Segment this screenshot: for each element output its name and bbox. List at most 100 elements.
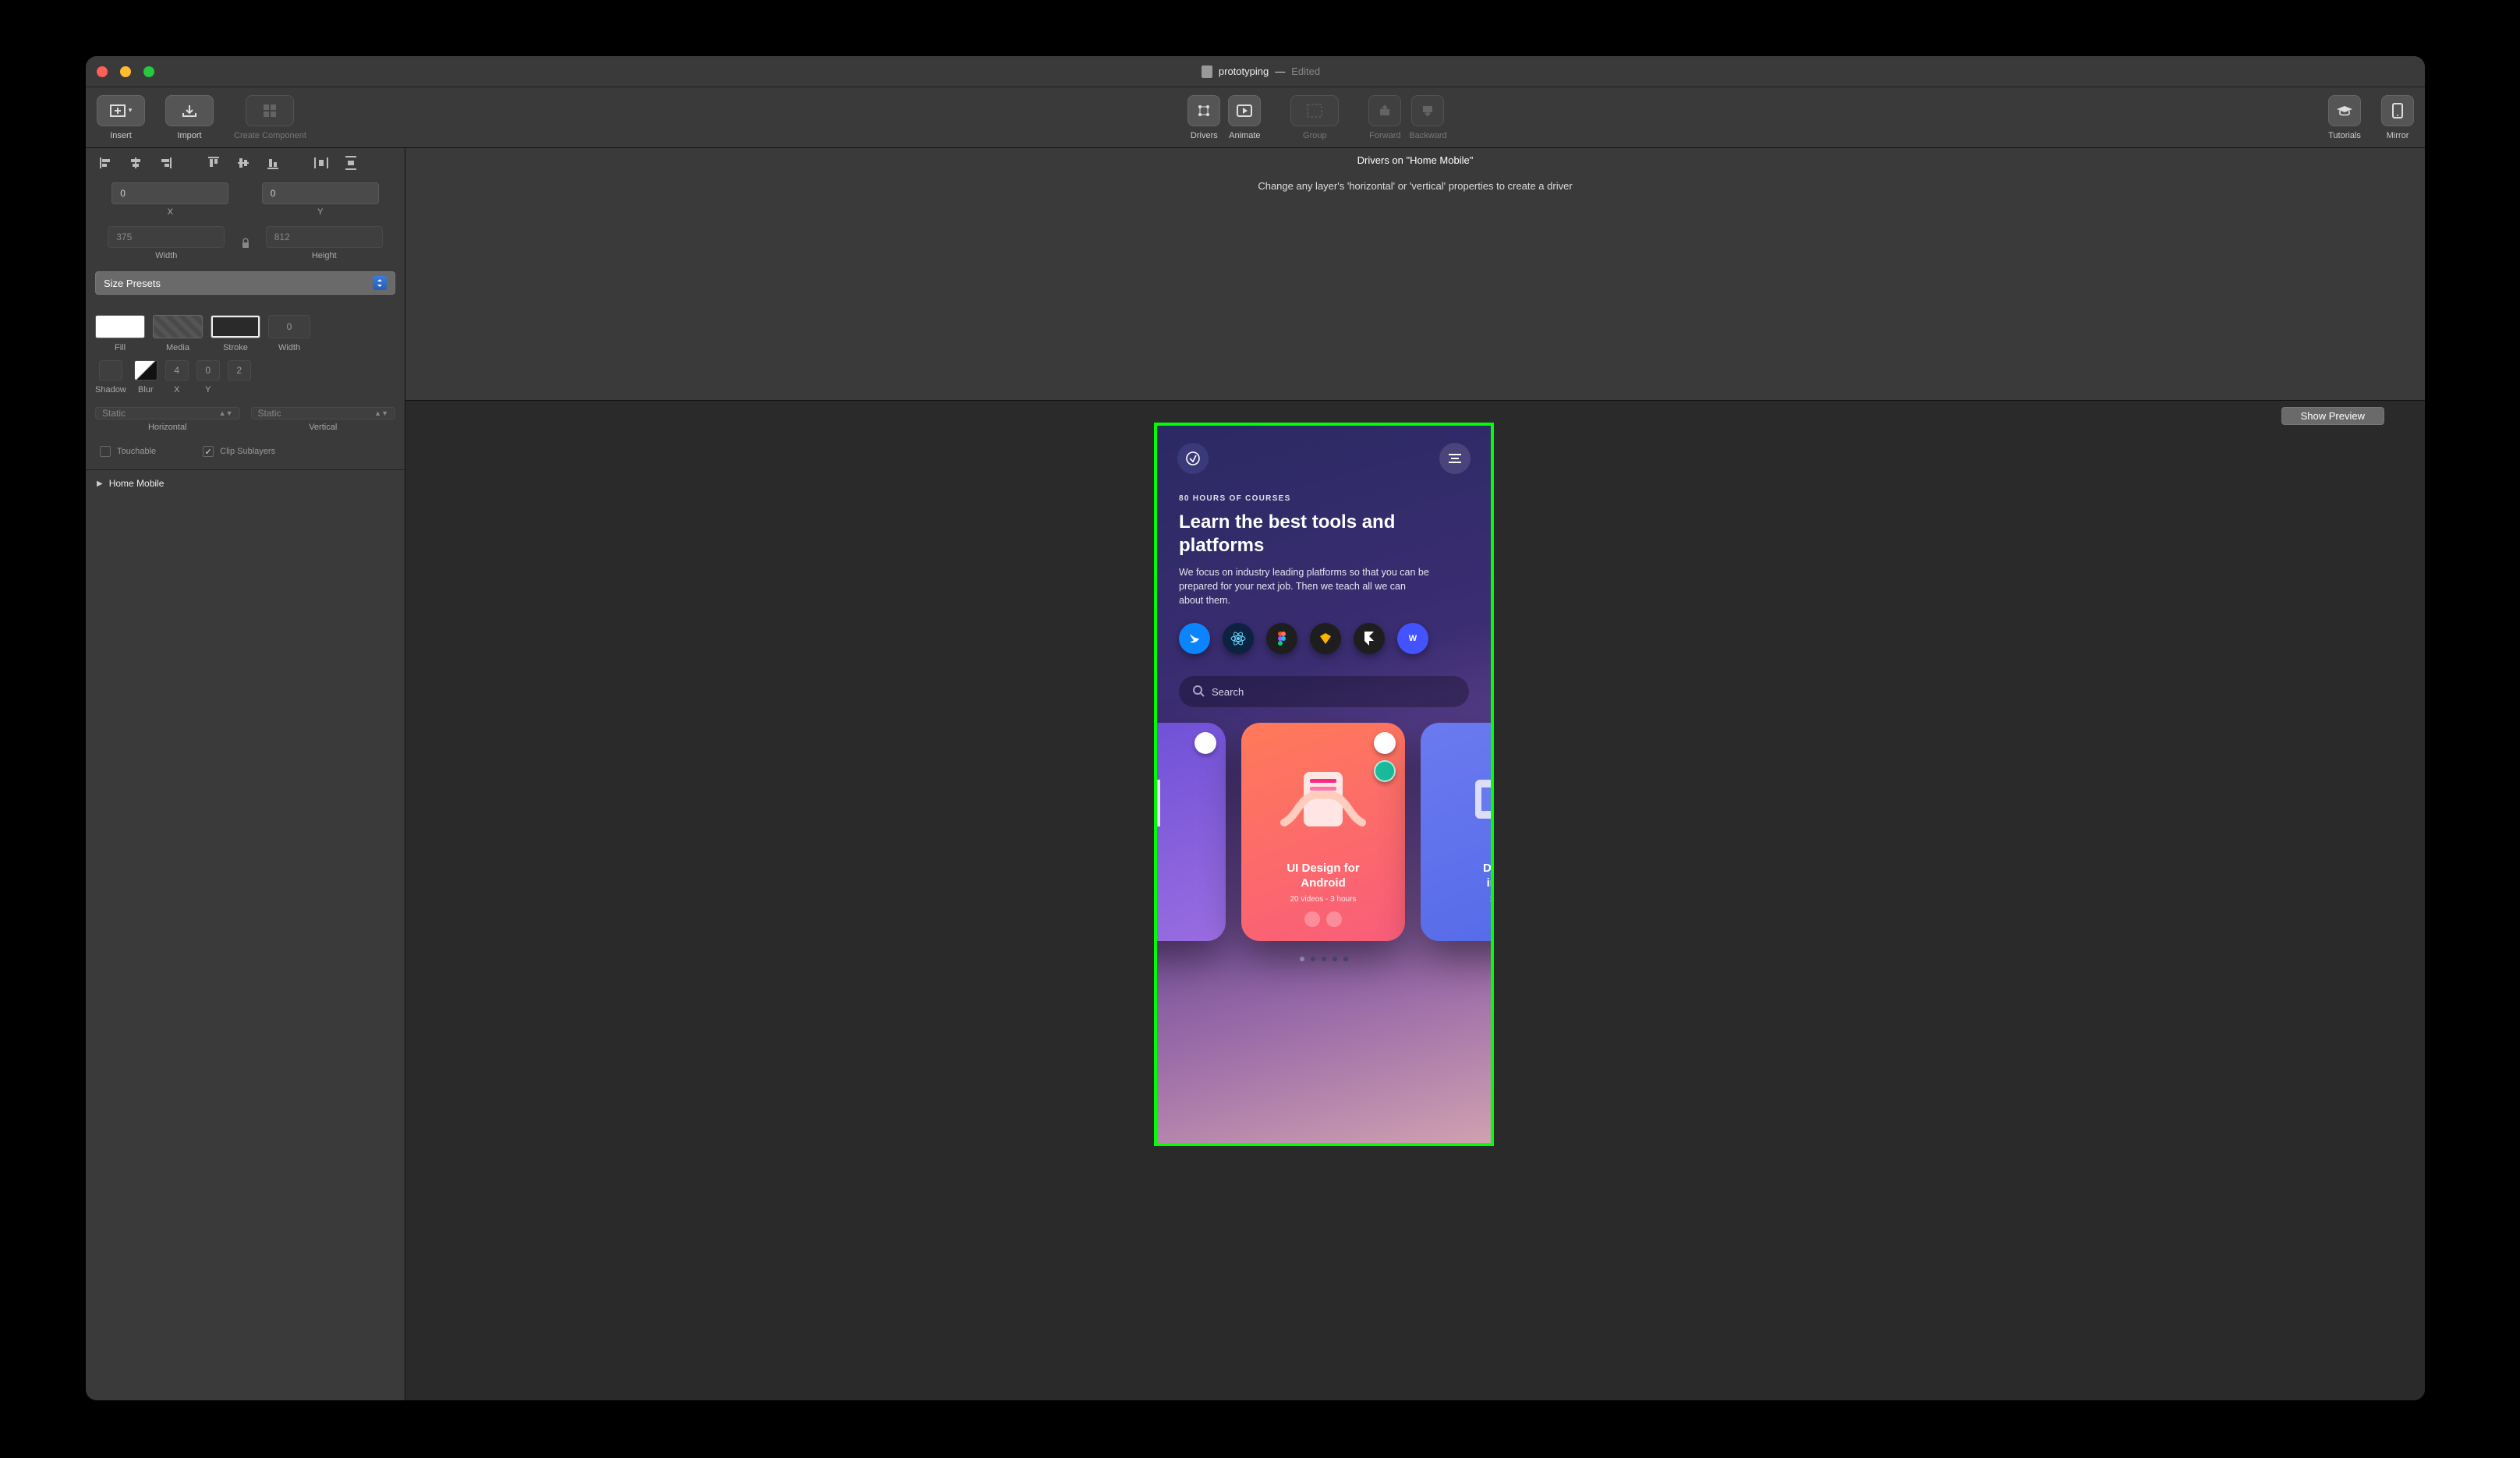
fill-label: Fill <box>115 343 126 352</box>
card2-title: UI Design forAndroid <box>1254 862 1393 891</box>
course-card-2[interactable]: UI Design forAndroid 20 videos - 3 hours <box>1241 723 1405 941</box>
window-titlebar: prototyping — Edited <box>86 56 2425 87</box>
mirror-button[interactable]: Mirror <box>2381 95 2414 140</box>
y-input[interactable] <box>262 182 379 204</box>
swift-icon[interactable] <box>1179 623 1210 654</box>
show-preview-button[interactable]: Show Preview <box>2281 407 2384 425</box>
group-label: Group <box>1303 131 1327 140</box>
page-dot-icon[interactable] <box>1300 957 1304 961</box>
react-icon[interactable] <box>1223 623 1254 654</box>
menu-icon[interactable] <box>1439 443 1471 474</box>
stroke-width-value[interactable]: 0 <box>268 315 310 338</box>
animate-button[interactable]: Animate <box>1228 95 1261 140</box>
badge-icon <box>1304 911 1320 927</box>
mirror-label: Mirror <box>2387 131 2409 140</box>
horizontal-select[interactable]: Static▲▼ <box>95 407 240 419</box>
stroke-label: Stroke <box>223 343 248 352</box>
window-traffic-lights <box>97 66 154 77</box>
stroke-swatch[interactable] <box>211 315 260 338</box>
align-bottom-icon[interactable] <box>262 154 284 172</box>
shadow-y-value-field[interactable]: 2 <box>228 360 251 380</box>
forward-button[interactable]: Forward <box>1368 95 1401 140</box>
search-field[interactable]: Search <box>1179 676 1469 707</box>
size-presets-label: Size Presets <box>104 278 161 289</box>
touchable-checkbox[interactable]: Touchable <box>100 446 156 457</box>
align-right-icon[interactable] <box>154 154 176 172</box>
media-swatch[interactable] <box>153 315 203 338</box>
framer-icon[interactable] <box>1354 623 1385 654</box>
page-dot-icon[interactable] <box>1322 957 1326 961</box>
align-vcenter-icon[interactable] <box>232 154 254 172</box>
course-carousel[interactable]: n forpers 2 hours UI Design forAndroid 2… <box>1157 723 1491 980</box>
group-button[interactable]: Group <box>1290 95 1339 140</box>
selection-outline[interactable]: 80 HOURS OF COURSES Learn the best tools… <box>1154 423 1494 1146</box>
card1-illustration-icon <box>1157 737 1213 862</box>
width-input[interactable] <box>108 226 225 248</box>
drivers-panel: Drivers on "Home Mobile" Change any laye… <box>405 148 2425 401</box>
document-edited-status: Edited <box>1291 65 1320 77</box>
clip-sublayers-checkbox[interactable]: ✓Clip Sublayers <box>203 446 275 457</box>
layer-name: Home Mobile <box>109 478 165 489</box>
size-presets-select[interactable]: Size Presets <box>95 271 395 295</box>
drivers-button[interactable]: Drivers <box>1187 95 1220 140</box>
drivers-label: Drivers <box>1191 131 1218 140</box>
card1-title: n forpers <box>1157 862 1213 891</box>
x-input[interactable] <box>111 182 228 204</box>
vertical-select[interactable]: Static▲▼ <box>251 407 396 419</box>
figma-icon[interactable] <box>1266 623 1297 654</box>
minimize-window-icon[interactable] <box>120 66 131 77</box>
distribute-h-icon[interactable] <box>310 154 332 172</box>
drivers-title: Drivers on "Home Mobile" <box>1357 154 1474 166</box>
blur-value-field[interactable]: 4 <box>165 360 189 380</box>
title-separator: — <box>1275 65 1285 77</box>
shadow-x-value-field[interactable]: 0 <box>196 360 220 380</box>
backward-button[interactable]: Backward <box>1409 95 1446 140</box>
card2-sub: 20 videos - 3 hours <box>1254 895 1393 904</box>
horizontal-label: Horizontal <box>95 423 240 432</box>
tutorials-button[interactable]: Tutorials <box>2328 95 2361 140</box>
webflow-icon[interactable]: W <box>1397 623 1428 654</box>
align-left-icon[interactable] <box>95 154 117 172</box>
vertical-label: Vertical <box>251 423 396 432</box>
course-card-3[interactable]: Designin Fra 20 vide <box>1421 723 1491 941</box>
document-filename: prototyping <box>1219 65 1269 77</box>
height-input[interactable] <box>266 226 383 248</box>
artboard-home-mobile[interactable]: 80 HOURS OF COURSES Learn the best tools… <box>1157 426 1491 1143</box>
fill-swatch[interactable] <box>95 315 145 338</box>
align-top-icon[interactable] <box>203 154 225 172</box>
sketch-icon[interactable] <box>1310 623 1341 654</box>
carousel-pagination[interactable] <box>1157 957 1491 961</box>
blur-swatch[interactable] <box>134 360 158 380</box>
card2-illustration-icon <box>1254 737 1393 862</box>
lock-aspect-icon[interactable] <box>238 226 253 260</box>
animate-label: Animate <box>1229 131 1260 140</box>
page-dot-icon[interactable] <box>1311 957 1315 961</box>
search-placeholder: Search <box>1212 686 1244 698</box>
course-card-1[interactable]: n forpers 2 hours <box>1157 723 1226 941</box>
document-icon <box>1202 65 1212 78</box>
canvas[interactable]: Drivers on "Home Mobile" Change any laye… <box>405 148 2425 1400</box>
page-dot-icon[interactable] <box>1343 957 1348 961</box>
shadow-label: Shadow <box>95 385 126 395</box>
app-logo-icon[interactable] <box>1177 443 1209 474</box>
close-window-icon[interactable] <box>97 66 108 77</box>
import-button[interactable]: Import <box>165 95 214 140</box>
distribute-v-icon[interactable] <box>340 154 362 172</box>
import-label: Import <box>177 131 201 140</box>
insert-button[interactable]: ▾ Insert <box>97 95 145 140</box>
hero-description: We focus on industry leading platforms s… <box>1157 565 1453 607</box>
align-hcenter-icon[interactable] <box>125 154 147 172</box>
create-component-button[interactable]: Create Component <box>234 95 306 140</box>
shadow-x-label: X <box>174 385 179 395</box>
search-icon <box>1193 685 1204 699</box>
forward-label: Forward <box>1369 131 1400 140</box>
badge-icon <box>1326 911 1342 927</box>
blur-label: Blur <box>138 385 154 395</box>
layer-list-root[interactable]: ▶ Home Mobile <box>86 470 405 497</box>
shadow-checkbox[interactable] <box>99 360 122 380</box>
zoom-window-icon[interactable] <box>143 66 154 77</box>
tool-icon-row: W <box>1157 607 1491 670</box>
page-dot-icon[interactable] <box>1333 957 1337 961</box>
drivers-hint: Change any layer's 'horizontal' or 'vert… <box>1258 180 1572 192</box>
backward-label: Backward <box>1409 131 1446 140</box>
